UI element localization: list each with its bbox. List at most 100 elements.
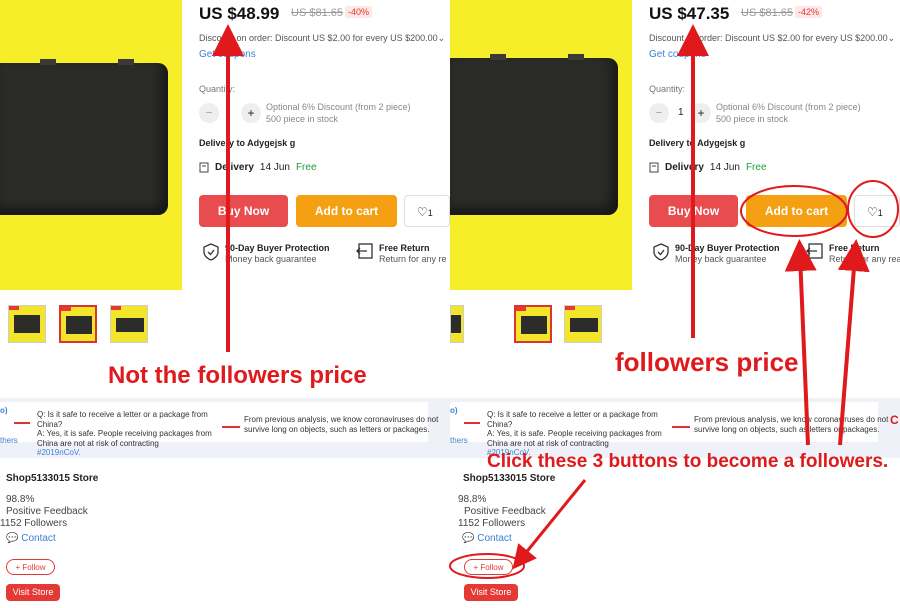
left-screenshot-panel: US $48.99 US $81.65 -40% Discount on ord… [0,0,450,608]
delivery-label: Delivery [215,162,254,173]
battery-tab [40,59,56,65]
thumbnail-image [116,318,144,332]
right-screenshot-panel: US $47.35 US $81.65 -42% Discount on ord… [450,0,900,608]
banner-others-link[interactable]: thers [0,436,18,445]
wishlist-button[interactable]: ♡1 [854,195,900,227]
bulk-discount-note: Optional 6% Discount (from 2 piece) [716,102,861,112]
visit-store-button[interactable]: Visit Store [464,584,518,601]
get-coupons-link[interactable]: Get coupons [649,49,706,60]
product-image[interactable] [0,0,182,290]
banner-box: o) Q: Is it safe to receive a letter or … [0,402,438,457]
coronavirus-banner: o) Q: Is it safe to receive a letter or … [450,398,900,458]
heart-icon: ♡ [867,205,878,219]
delivery-destination[interactable]: Delivery to Adygejsk g [199,138,295,148]
return-icon [356,243,373,259]
original-price: US $81.65 [291,7,343,19]
delivery-date: 14 Jun [259,162,290,173]
banner-question-text: Q: Is it safe to receive a letter or a p… [487,410,658,429]
chat-icon: 💬 [6,533,19,544]
protection-title: 90-Day Buyer Protection [675,243,780,253]
follow-button[interactable]: + Follow [6,559,55,575]
banner-arrow-icon [14,422,30,424]
quantity-note: Optional 6% Discount (from 2 piece) 500 … [266,101,411,125]
chevron-down-icon: ⌄ [887,33,896,43]
thumbnail-tag [565,306,575,310]
quantity-decrease-button[interactable]: − [649,103,669,123]
buy-now-button[interactable]: Buy Now [199,195,288,227]
discount-badge: -40% [345,6,373,18]
quantity-decrease-button[interactable]: − [199,103,219,123]
annotation-click-instructions: Click these 3 buttons to become a follow… [487,451,889,472]
thumbnail-selected[interactable] [59,305,97,343]
free-return: Free Return Return for any re [355,243,447,265]
banner-arrow-icon [464,422,480,424]
current-price: US $48.99 [199,4,280,23]
battery-tab [118,59,134,65]
quantity-increase-button[interactable]: + [691,103,711,123]
shield-icon [653,243,669,261]
return-title: Free Return [829,243,880,253]
heart-icon: ♡ [417,205,428,219]
banner-question-text: Q: Is it safe to receive a letter or a p… [37,410,208,429]
banner-box: o) Q: Is it safe to receive a letter or … [450,402,888,457]
banner-arrow-icon [672,426,690,428]
buy-now-button[interactable]: Buy Now [649,195,738,227]
banner-answer-text: A: Yes, it is safe. People receiving pac… [487,429,662,448]
contact-link[interactable]: 💬 Contact [6,533,56,544]
bulk-discount-note: Optional 6% Discount (from 2 piece) [266,102,411,112]
thumbnail-tag [516,307,526,311]
feedback-percentage: 98.8% [458,494,487,505]
contact-label: Contact [21,533,56,544]
buyer-protection: 90-Day Buyer Protection Money back guaran… [203,243,330,265]
order-discount-text[interactable]: Discount on order: Discount US $2.00 for… [649,33,895,44]
protection-subtitle: Money back guarantee [675,254,767,264]
thumbnail-image [66,316,92,334]
annotation-not-followers-price: Not the followers price [108,362,367,389]
thumbnail[interactable] [450,305,464,343]
banner-analysis: From previous analysis, we know coronavi… [694,415,889,434]
banner-answer-text: A: Yes, it is safe. People receiving pac… [37,429,212,448]
store-name[interactable]: Shop5133015 Store [6,473,98,484]
battery-photo [0,59,168,215]
follow-button[interactable]: + Follow [464,559,513,575]
banner-question: Q: Is it safe to receive a letter or a p… [37,410,227,458]
coronavirus-banner: o) Q: Is it safe to receive a letter or … [0,398,450,458]
return-icon [806,243,823,259]
thumbnail-image [521,316,547,334]
thumbnail[interactable] [110,305,148,343]
discount-badge: -42% [795,6,823,18]
banner-arrow-icon [222,426,240,428]
product-image[interactable] [450,0,632,290]
current-price: US $47.35 [649,4,730,23]
visit-store-button[interactable]: Visit Store [6,584,60,601]
banner-edge-mark: o) [450,406,458,415]
contact-label: Contact [477,533,512,544]
followers-count: 1152 Followers [0,518,68,529]
banner-analysis: From previous analysis, we know coronavi… [244,415,439,434]
feedback-label: Positive Feedback [464,506,546,517]
thumbnail-selected[interactable] [514,305,552,343]
delivery-destination[interactable]: Delivery to Adygejsk g [649,138,745,148]
thumbnail[interactable] [564,305,602,343]
quantity-label: Quantity: [199,84,236,94]
thumbnail[interactable] [8,305,46,343]
quantity-value[interactable]: 1 [678,107,684,118]
quantity-increase-button[interactable]: + [241,103,261,123]
get-coupons-link[interactable]: Get coupons [199,49,256,60]
free-return: Free Return Return for any rea [805,243,900,265]
add-to-cart-button[interactable]: Add to cart [746,195,847,227]
contact-link[interactable]: 💬 Contact [462,533,512,544]
stock-note: 500 piece in stock [716,114,789,124]
chevron-down-icon: ⌄ [437,33,446,43]
banner-others-link[interactable]: thers [450,436,468,445]
order-discount-text[interactable]: Discount on order: Discount US $2.00 for… [199,33,445,44]
thumbnail-tag [61,307,71,311]
store-name[interactable]: Shop5133015 Store [463,473,555,484]
quantity-note: Optional 6% Discount (from 2 piece) 500 … [716,101,861,125]
thumbnail-tag [9,306,19,310]
add-to-cart-button[interactable]: Add to cart [296,195,397,227]
wishlist-button[interactable]: ♡1 [404,195,450,227]
return-subtitle: Return for any rea [829,254,900,264]
buyer-protection: 90-Day Buyer Protection Money back guaran… [653,243,780,265]
wishlist-count: 1 [877,208,883,218]
